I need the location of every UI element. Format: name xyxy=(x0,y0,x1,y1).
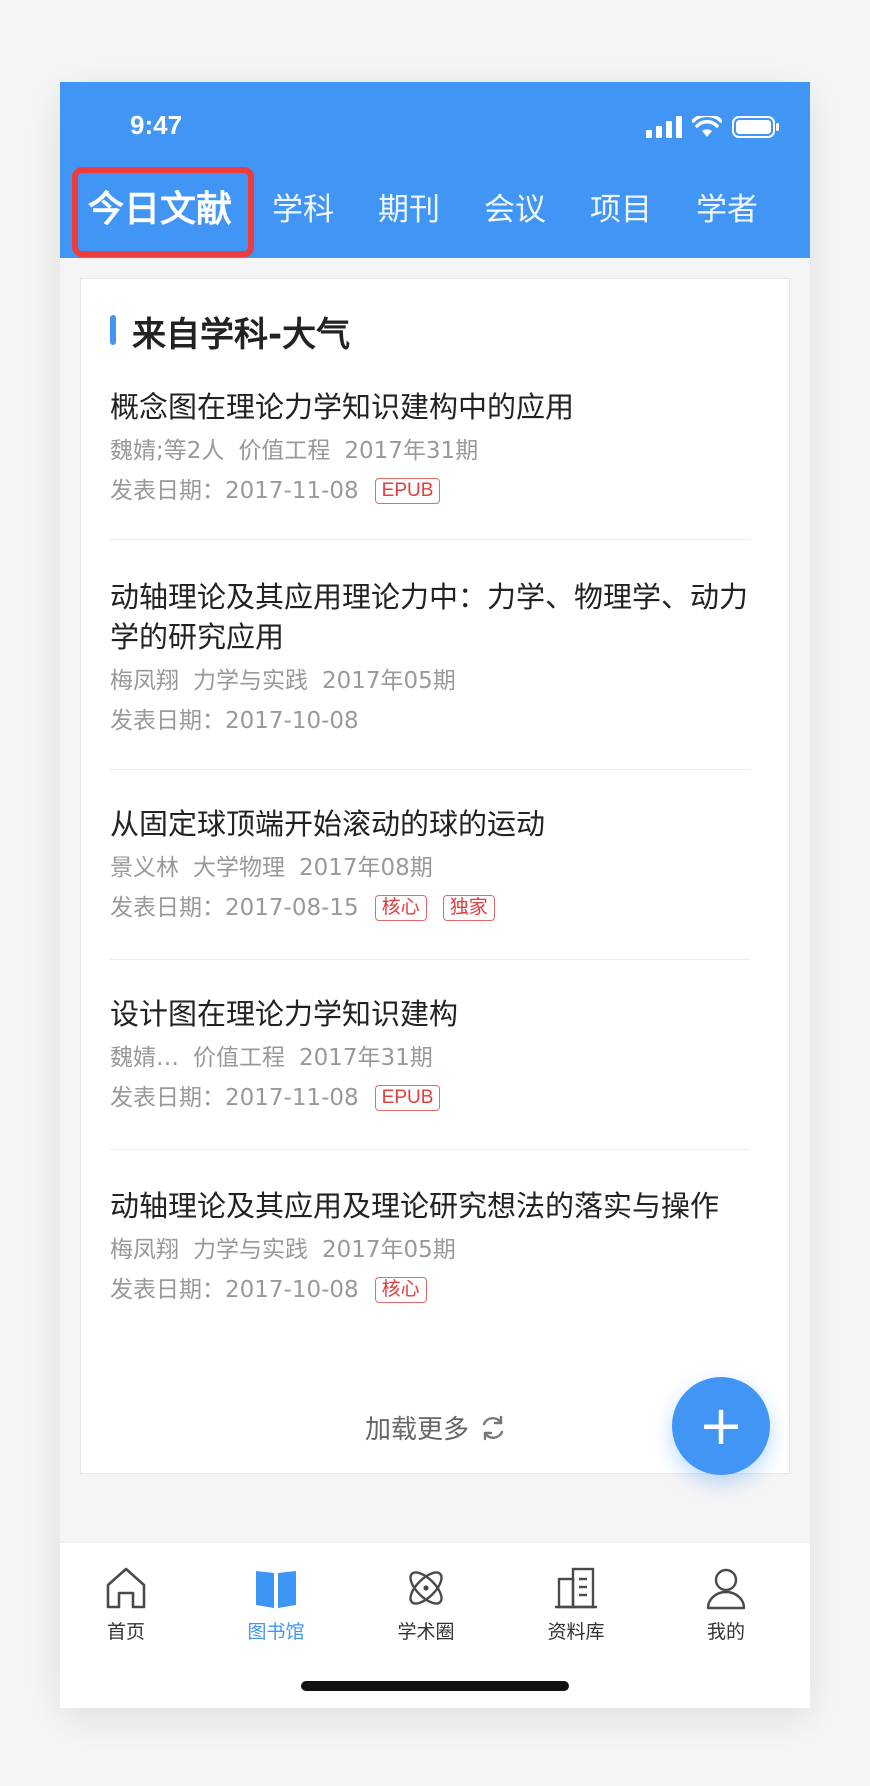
building-icon xyxy=(555,1567,597,1609)
article-issue: 2017年05期 xyxy=(322,1237,456,1263)
tag-exclusive: 独家 xyxy=(442,895,495,921)
phone-screen: 9:47 今日文献 学科 期刊 会议 项目 学者 来自学科-大气 概念图在理论力… xyxy=(60,82,810,1708)
signal-icon xyxy=(646,116,682,138)
article-date-row: 发表日期：2017-11-08 EPUB xyxy=(110,1082,750,1114)
article-meta: 梅凤翔 力学与实践 2017年05期 xyxy=(110,665,750,697)
book-icon xyxy=(256,1571,296,1608)
article-issue: 2017年31期 xyxy=(299,1045,433,1071)
article-issue: 2017年08期 xyxy=(299,855,433,881)
article-item[interactable]: 从固定球顶端开始滚动的球的运动 景义林 大学物理 2017年08期 发表日期：201… xyxy=(110,804,750,924)
home-icon xyxy=(106,1567,146,1609)
article-title[interactable]: 从固定球顶端开始滚动的球的运动 xyxy=(110,804,750,844)
article-date-row: 发表日期：2017-10-08 xyxy=(110,705,750,737)
divider xyxy=(110,1149,750,1150)
article-date-row: 发表日期：2017-08-15 核心 独家 xyxy=(110,892,750,924)
article-author: 景义林 xyxy=(110,855,179,881)
article-title[interactable]: 设计图在理论力学知识建构 xyxy=(110,994,750,1034)
section-title: 来自学科-大气 xyxy=(110,307,350,356)
article-date-row: 发表日期：2017-10-08 核心 xyxy=(110,1274,750,1306)
article-meta: 魏婧;等2人 价值工程 2017年31期 xyxy=(110,435,750,467)
tag-epub: EPUB xyxy=(374,478,441,504)
load-more-label: 加载更多 xyxy=(364,1415,469,1445)
home-indicator xyxy=(301,1681,569,1691)
tab-conference[interactable]: 会议 xyxy=(484,170,546,250)
status-time: 9:47 xyxy=(130,110,183,140)
article-journal: 大学物理 xyxy=(193,855,285,881)
tabbar-item-database[interactable]: 资料库 xyxy=(526,1557,626,1644)
tabbar-item-home[interactable]: 首页 xyxy=(76,1557,176,1644)
active-tab-highlight xyxy=(72,167,254,257)
divider xyxy=(110,539,750,540)
article-journal: 价值工程 xyxy=(193,1045,285,1071)
tabbar-label: 学术圈 xyxy=(397,1621,455,1643)
tab-journal[interactable]: 期刊 xyxy=(378,170,440,250)
article-author: 梅凤翔 xyxy=(110,1237,179,1263)
article-date: 发表日期：2017-10-08 xyxy=(110,708,359,734)
tabbar-item-me[interactable]: 我的 xyxy=(676,1557,776,1644)
battery-icon xyxy=(732,116,779,138)
wifi-icon xyxy=(692,116,722,137)
divider xyxy=(110,769,750,770)
article-meta: 梅凤翔 力学与实践 2017年05期 xyxy=(110,1234,750,1266)
refresh-icon xyxy=(482,1415,504,1440)
article-item[interactable]: 设计图在理论力学知识建构 魏婧… 价值工程 2017年31期 发表日期：2017-1… xyxy=(110,994,750,1114)
plus-icon: + xyxy=(698,1394,744,1457)
tabbar-label: 我的 xyxy=(706,1621,745,1643)
tabbar-label: 首页 xyxy=(106,1621,145,1643)
article-date: 发表日期：2017-08-15 xyxy=(110,895,359,921)
tag-core: 核心 xyxy=(374,895,427,921)
divider xyxy=(110,959,750,960)
status-icons xyxy=(646,116,780,138)
tabbar-item-academic[interactable]: 学术圈 xyxy=(376,1557,476,1644)
article-issue: 2017年05期 xyxy=(322,668,456,694)
article-journal: 力学与实践 xyxy=(193,668,308,694)
article-journal: 价值工程 xyxy=(238,438,331,464)
article-meta: 景义林 大学物理 2017年08期 xyxy=(110,852,750,884)
article-item[interactable]: 动轴理论及其应用及理论研究想法的落实与操作 梅凤翔 力学与实践 2017年05期 发… xyxy=(110,1186,750,1306)
article-title[interactable]: 动轴理论及其应用理论力中：力学、物理学、动力学的研究应用 xyxy=(110,577,750,657)
article-meta: 魏婧… 价值工程 2017年31期 xyxy=(110,1042,750,1074)
tag-epub: EPUB xyxy=(374,1085,441,1111)
article-title[interactable]: 动轴理论及其应用及理论研究想法的落实与操作 xyxy=(110,1186,750,1226)
tabbar-label: 资料库 xyxy=(547,1621,605,1643)
tabbar-item-library[interactable]: 图书馆 xyxy=(226,1557,326,1644)
add-fab-button[interactable]: + xyxy=(672,1377,770,1475)
article-author: 梅凤翔 xyxy=(110,668,179,694)
article-item[interactable]: 概念图在理论力学知识建构中的应用 魏婧;等2人 价值工程 2017年31期 发表日期… xyxy=(110,387,750,507)
tag-core: 核心 xyxy=(374,1277,427,1303)
article-issue: 2017年31期 xyxy=(344,438,479,464)
article-item[interactable]: 动轴理论及其应用理论力中：力学、物理学、动力学的研究应用 梅凤翔 力学与实践 201… xyxy=(110,577,750,737)
article-date: 发表日期：2017-11-08 xyxy=(110,1085,359,1111)
tab-project[interactable]: 项目 xyxy=(590,170,652,250)
article-author: 魏婧;等2人 xyxy=(110,438,225,464)
article-journal: 力学与实践 xyxy=(193,1237,308,1263)
article-date-row: 发表日期：2017-11-08 EPUB xyxy=(110,475,750,507)
tabbar-label: 图书馆 xyxy=(247,1621,305,1643)
atom-icon xyxy=(409,1571,443,1605)
article-date: 发表日期：2017-10-08 xyxy=(110,1277,359,1303)
article-author: 魏婧… xyxy=(110,1045,179,1071)
literature-card: 来自学科-大气 概念图在理论力学知识建构中的应用 魏婧;等2人 价值工程 2017年… xyxy=(80,278,790,1474)
user-icon xyxy=(706,1568,746,1610)
article-title[interactable]: 概念图在理论力学知识建构中的应用 xyxy=(110,387,750,427)
article-date: 发表日期：2017-11-08 xyxy=(110,478,359,504)
tab-scholar[interactable]: 学者 xyxy=(696,170,758,250)
tab-subject[interactable]: 学科 xyxy=(272,170,334,250)
